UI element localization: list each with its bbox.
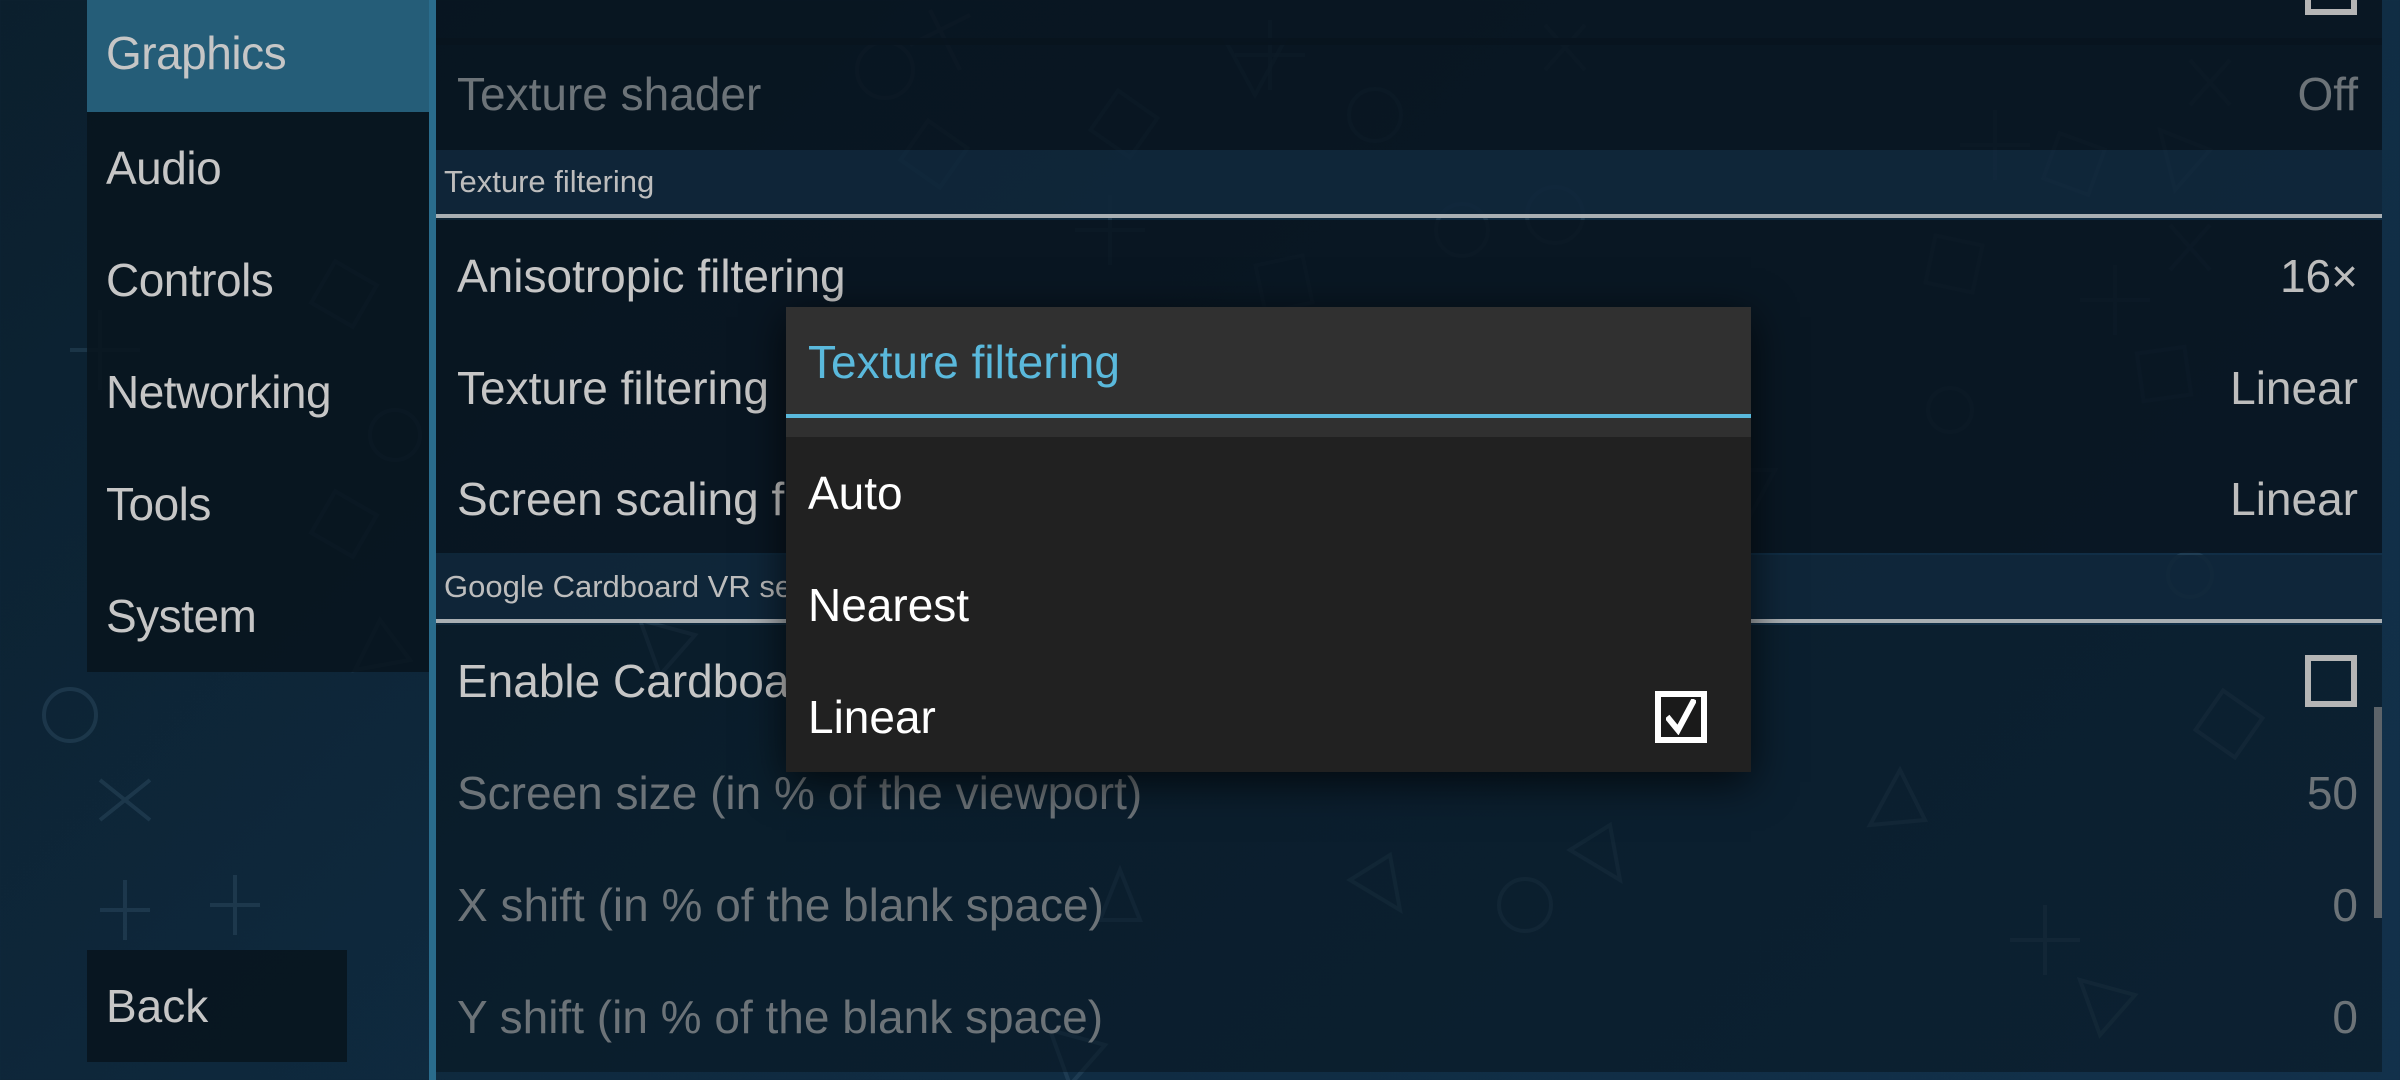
dialog-option-auto[interactable]: Auto (786, 437, 1751, 549)
sidebar-item-audio[interactable]: Audio (87, 112, 429, 224)
sidebar-item-label: Audio (106, 142, 222, 194)
sidebar-item-system[interactable]: System (87, 560, 429, 672)
section-header-texture-filtering: Texture filtering (436, 150, 2382, 218)
dialog-title: Texture filtering (808, 336, 1120, 388)
texture-filtering-dialog: Texture filtering Auto Nearest Linear (786, 307, 1751, 772)
setting-row-y-shift[interactable]: Y shift (in % of the blank space) 0 (436, 961, 2382, 1072)
back-button-label: Back (106, 980, 209, 1032)
selected-checkbox[interactable] (1655, 691, 1707, 743)
dialog-option-linear[interactable]: Linear (786, 661, 1751, 773)
sidebar-item-controls[interactable]: Controls (87, 224, 429, 336)
dialog-option-nearest[interactable]: Nearest (786, 549, 1751, 661)
setting-label: X shift (in % of the blank space) (457, 879, 1104, 931)
setting-value: 0 (2332, 879, 2358, 931)
checkmark-icon (1666, 699, 1696, 735)
sidebar-item-graphics[interactable]: Graphics (87, 0, 436, 112)
sidebar-item-label: Tools (106, 478, 211, 530)
setting-value: 50 (2306, 767, 2358, 819)
dialog-title-underline (786, 414, 1751, 418)
option-label: Auto (808, 467, 903, 519)
section-title: Texture filtering (444, 164, 655, 199)
setting-value: Off (2297, 68, 2358, 120)
setting-label: Y shift (in % of the blank space) (457, 991, 1104, 1043)
sidebar-item-label: Networking (106, 366, 332, 418)
setting-row-texture-shader[interactable]: Texture shader Off (436, 38, 2382, 150)
option-label: Nearest (808, 579, 970, 631)
setting-value: Linear (2230, 472, 2358, 525)
setting-label: Texture shader (457, 68, 762, 120)
sidebar-item-label: Graphics (106, 27, 287, 79)
sidebar-item-networking[interactable]: Networking (87, 336, 429, 448)
setting-row-x-shift[interactable]: X shift (in % of the blank space) 0 (436, 849, 2382, 961)
sidebar-item-label: Controls (106, 254, 274, 306)
back-button[interactable]: Back (87, 950, 347, 1062)
enable-cardboard-checkbox[interactable] (2305, 655, 2357, 707)
option-label: Linear (808, 691, 936, 743)
settings-scrollbar[interactable] (2374, 707, 2382, 918)
settings-sidebar: Graphics Audio Controls Networking Tools… (87, 0, 436, 672)
content-divider (429, 0, 436, 1080)
dialog-title-bar: Texture filtering (786, 307, 1751, 437)
setting-label: Screen size (in % of the viewport) (457, 767, 1143, 819)
setting-value: 0 (2332, 991, 2358, 1043)
setting-label: Texture filtering (457, 362, 769, 414)
setting-checkbox[interactable] (2305, 0, 2357, 15)
sidebar-item-tools[interactable]: Tools (87, 448, 429, 560)
setting-value: Linear (2230, 362, 2358, 414)
setting-label: Anisotropic filtering (457, 250, 846, 302)
sidebar-item-label: System (106, 590, 257, 642)
setting-value: 16× (2279, 250, 2358, 302)
